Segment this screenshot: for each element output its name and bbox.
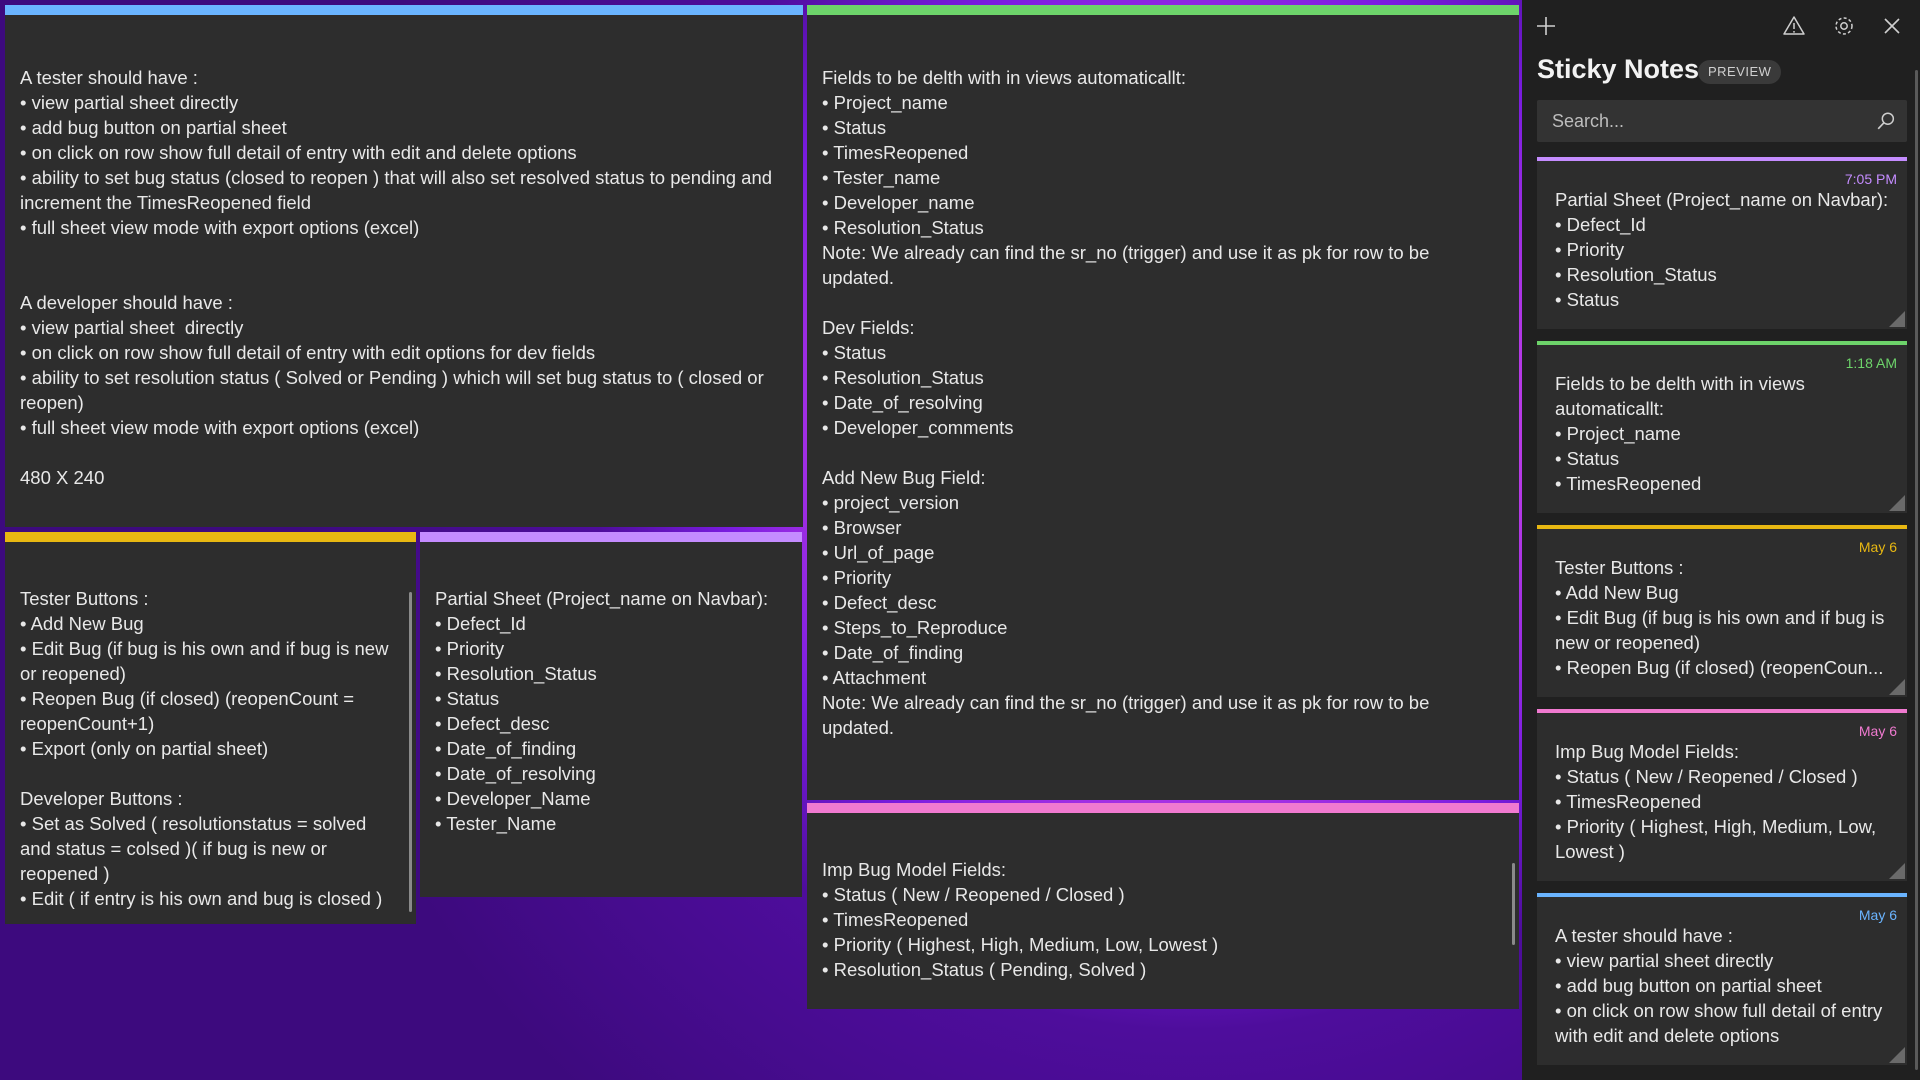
sticky-note-tester[interactable]: A tester should have : • view partial sh… (5, 5, 803, 527)
note-text[interactable]: Tester Buttons : • Add New Bug • Edit Bu… (20, 586, 394, 911)
note-scrollbar[interactable] (409, 592, 412, 912)
note-text[interactable]: Imp Bug Model Fields: • Status ( New / R… (822, 857, 1503, 982)
feedback-button[interactable] (1782, 14, 1806, 38)
panel-title: Sticky Notes (1537, 54, 1700, 84)
warning-icon (1783, 16, 1805, 35)
note-card-time: May 6 (1858, 907, 1897, 923)
note-card-text: Imp Bug Model Fields: • Status ( New / R… (1555, 741, 1877, 862)
note-text[interactable]: Fields to be delth with in views automat… (822, 65, 1503, 740)
close-button[interactable] (1880, 14, 1904, 38)
plus-icon (1537, 17, 1555, 35)
new-note-button[interactable] (1534, 14, 1558, 38)
note-card-corner (1889, 863, 1905, 879)
sticky-note-fields[interactable]: Fields to be delth with in views automat… (807, 5, 1519, 800)
note-card-corner (1889, 495, 1905, 511)
note-color-bar[interactable] (420, 532, 802, 542)
note-card-corner (1889, 1047, 1905, 1063)
note-text[interactable]: Partial Sheet (Project_name on Navbar): … (435, 586, 786, 836)
note-color-bar[interactable] (5, 5, 803, 15)
note-card-text: Fields to be delth with in views automat… (1555, 373, 1805, 494)
note-card[interactable]: May 6 Imp Bug Model Fields: • Status ( N… (1537, 709, 1907, 881)
note-scrollbar[interactable] (1512, 863, 1515, 945)
search-box[interactable] (1537, 100, 1907, 142)
sticky-note-imp-bug-model[interactable]: Imp Bug Model Fields: • Status ( New / R… (807, 803, 1519, 1009)
note-card-text: Partial Sheet (Project_name on Navbar): … (1555, 189, 1889, 310)
gear-icon (1835, 17, 1853, 35)
search-input[interactable] (1537, 100, 1857, 142)
note-card[interactable]: May 6 Tester Buttons : • Add New Bug • E… (1537, 525, 1907, 697)
note-card-color-bar (1537, 341, 1907, 345)
panel-scrollbar[interactable] (1915, 70, 1918, 1070)
note-card-time: May 6 (1858, 539, 1897, 555)
note-card-text: Tester Buttons : • Add New Bug • Edit Bu… (1555, 557, 1885, 678)
preview-badge: PREVIEW (1698, 60, 1782, 84)
note-card-corner (1889, 311, 1905, 327)
note-card-time: 7:05 PM (1844, 171, 1897, 187)
sticky-note-partial-sheet[interactable]: Partial Sheet (Project_name on Navbar): … (420, 532, 802, 897)
note-color-bar[interactable] (5, 532, 416, 542)
sticky-note-buttons[interactable]: Tester Buttons : • Add New Bug • Edit Bu… (5, 532, 416, 924)
note-card-color-bar (1537, 525, 1907, 529)
note-card-color-bar (1537, 709, 1907, 713)
note-card-time: May 6 (1858, 723, 1897, 739)
note-color-bar[interactable] (807, 5, 1519, 15)
close-icon (1884, 18, 1900, 34)
note-card-corner (1889, 679, 1905, 695)
note-card[interactable]: 7:05 PM Partial Sheet (Project_name on N… (1537, 157, 1907, 329)
settings-button[interactable] (1832, 14, 1856, 38)
sticky-notes-panel: Sticky Notes PREVIEW 7:05 PM Partial She… (1522, 0, 1920, 1080)
search-icon[interactable] (1875, 110, 1897, 132)
note-card[interactable]: May 6 A tester should have : • view part… (1537, 893, 1907, 1065)
note-text[interactable]: A tester should have : • view partial sh… (20, 65, 787, 490)
note-card[interactable]: 1:18 AM Fields to be delth with in views… (1537, 341, 1907, 513)
note-card-color-bar (1537, 893, 1907, 897)
note-color-bar[interactable] (807, 803, 1519, 813)
note-card-text: A tester should have : • view partial sh… (1555, 925, 1883, 1046)
note-card-color-bar (1537, 157, 1907, 161)
note-card-time: 1:18 AM (1845, 355, 1897, 371)
